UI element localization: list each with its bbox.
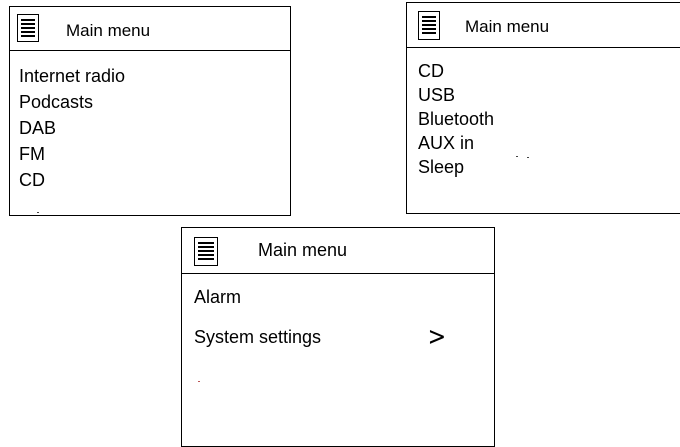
- speck: [516, 156, 518, 157]
- menu-item-internet-radio[interactable]: Internet radio: [19, 65, 125, 91]
- speck: [37, 212, 39, 213]
- speck: [198, 381, 200, 382]
- menu-item-usb[interactable]: USB: [418, 84, 494, 108]
- menu-title: Main menu: [465, 17, 550, 36]
- menu-list-icon: [17, 14, 39, 42]
- menu-item-sleep[interactable]: Sleep: [418, 156, 494, 180]
- speck: [527, 157, 529, 158]
- menu-header: Main menu: [182, 228, 494, 274]
- menu-item-label: System settings: [194, 327, 322, 347]
- menu-title: Main menu: [66, 21, 151, 40]
- menu-list-icon: [418, 11, 440, 40]
- main-menu-panel-2: Main menu CD USB Bluetooth AUX in Sleep: [406, 2, 680, 214]
- menu-item-dab[interactable]: DAB: [19, 117, 125, 143]
- main-menu-panel-1: Main menu Internet radio Podcasts DAB FM…: [9, 6, 291, 216]
- menu-item-aux-in[interactable]: AUX in: [418, 132, 494, 156]
- menu-list: Alarm System settings >: [194, 286, 484, 356]
- menu-list-icon: [194, 237, 218, 266]
- main-menu-panel-3: Main menu Alarm System settings >: [181, 227, 495, 447]
- menu-list: Internet radio Podcasts DAB FM CD: [19, 65, 125, 195]
- chevron-right-icon: >: [427, 322, 447, 352]
- menu-header: Main menu: [407, 3, 680, 48]
- menu-item-podcasts[interactable]: Podcasts: [19, 91, 125, 117]
- menu-item-cd[interactable]: CD: [19, 169, 125, 195]
- menu-title: Main menu: [258, 240, 348, 260]
- menu-header: Main menu: [10, 7, 290, 51]
- menu-list: CD USB Bluetooth AUX in Sleep: [418, 60, 494, 180]
- menu-item-cd[interactable]: CD: [418, 60, 494, 84]
- menu-item-fm[interactable]: FM: [19, 143, 125, 169]
- menu-item-alarm[interactable]: Alarm: [194, 286, 484, 326]
- menu-item-system-settings[interactable]: System settings >: [194, 322, 484, 356]
- menu-item-bluetooth[interactable]: Bluetooth: [418, 108, 494, 132]
